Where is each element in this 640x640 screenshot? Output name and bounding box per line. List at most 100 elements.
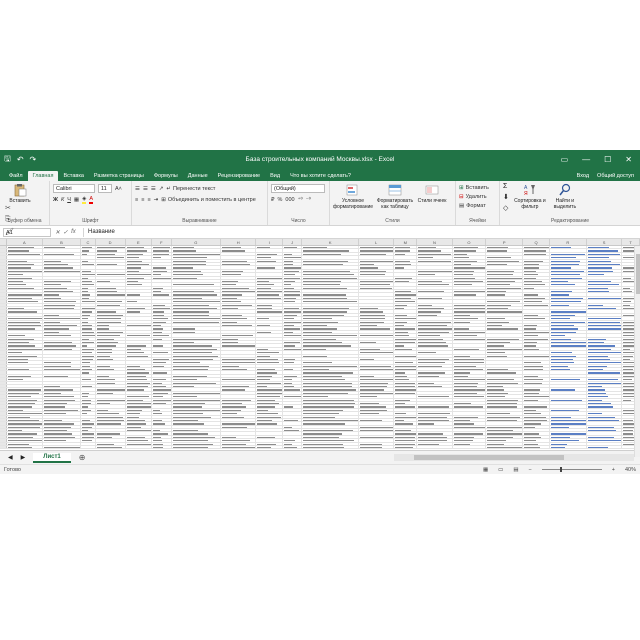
grid-cell[interactable]	[417, 344, 453, 347]
grid-cell[interactable]	[152, 418, 172, 422]
grid-cell[interactable]	[550, 442, 587, 445]
grid-cell[interactable]	[359, 422, 395, 425]
grid-cell[interactable]	[43, 266, 82, 269]
grid-cell[interactable]	[523, 351, 550, 354]
grid-cell[interactable]	[126, 313, 153, 317]
grid-cell[interactable]	[126, 364, 153, 367]
grid-cell[interactable]	[417, 435, 453, 439]
grid-cell[interactable]	[394, 327, 418, 330]
grid-cell[interactable]	[81, 388, 96, 391]
grid-cell[interactable]	[394, 408, 418, 412]
row-header[interactable]	[0, 327, 8, 330]
grid-cell[interactable]	[417, 432, 453, 435]
grid-cell[interactable]	[96, 446, 126, 449]
grid-cell[interactable]	[359, 442, 395, 445]
grid-cell[interactable]	[81, 364, 96, 367]
grid-cell[interactable]	[587, 269, 623, 272]
column-header[interactable]: T	[622, 239, 640, 245]
grid-cell[interactable]	[394, 435, 418, 439]
grid-cell[interactable]	[96, 303, 126, 306]
grid-cell[interactable]	[43, 347, 82, 350]
grid-cell[interactable]	[126, 249, 153, 252]
grid-cell[interactable]	[417, 313, 453, 317]
grid-cell[interactable]	[523, 378, 550, 381]
grid-cell[interactable]	[96, 354, 126, 357]
grid-cell[interactable]	[283, 432, 303, 435]
grid-cell[interactable]	[96, 266, 126, 269]
grid-cell[interactable]	[394, 246, 418, 249]
grid-cell[interactable]	[81, 276, 96, 279]
grid-cell[interactable]	[587, 283, 623, 286]
grid-cell[interactable]	[256, 425, 283, 428]
grid-cell[interactable]	[486, 307, 524, 310]
borders-icon[interactable]: ▦	[74, 197, 79, 203]
grid-cell[interactable]	[359, 401, 395, 405]
grid-cell[interactable]	[152, 391, 172, 395]
grid-cell[interactable]	[359, 256, 395, 259]
grid-cell[interactable]	[359, 408, 395, 412]
grid-cell[interactable]	[96, 317, 126, 320]
grid-cell[interactable]	[126, 368, 153, 371]
grid-cell[interactable]	[453, 323, 487, 327]
grid-cell[interactable]	[394, 310, 418, 313]
grid-cell[interactable]	[43, 340, 82, 344]
grid-cell[interactable]	[256, 446, 283, 449]
grid-cell[interactable]	[359, 269, 395, 272]
grid-cell[interactable]	[256, 340, 283, 344]
grid-cell[interactable]	[486, 293, 524, 296]
grid-cell[interactable]	[7, 425, 43, 428]
grid-cell[interactable]	[587, 327, 623, 330]
grid-cell[interactable]	[172, 357, 222, 361]
grid-cell[interactable]	[453, 317, 487, 320]
column-header[interactable]: R	[550, 239, 587, 245]
grid-cell[interactable]	[126, 246, 153, 249]
sort-filter-button[interactable]: AЯ Сортировка и фильтр	[512, 183, 548, 210]
grid-cell[interactable]	[486, 418, 524, 422]
grid-cell[interactable]	[486, 337, 524, 340]
grid-cell[interactable]	[417, 418, 453, 422]
row-header[interactable]	[0, 432, 8, 435]
grid-cell[interactable]	[359, 290, 395, 293]
grid-cell[interactable]	[43, 354, 82, 357]
grid-cell[interactable]	[302, 290, 359, 293]
orientation-icon[interactable]: ↗	[159, 186, 164, 192]
grid-cell[interactable]	[283, 317, 303, 320]
grid-cell[interactable]	[417, 323, 453, 327]
grid-cell[interactable]	[152, 259, 172, 262]
row-header[interactable]	[0, 249, 8, 252]
grid-cell[interactable]	[486, 320, 524, 323]
grid-cell[interactable]	[96, 259, 126, 262]
grid-cell[interactable]	[96, 344, 126, 347]
grid-cell[interactable]	[523, 340, 550, 344]
row-header[interactable]	[0, 351, 8, 354]
grid-cell[interactable]	[550, 418, 587, 422]
grid-cell[interactable]	[486, 269, 524, 272]
grid-cell[interactable]	[43, 337, 82, 340]
grid-cell[interactable]	[523, 344, 550, 347]
grid-cell[interactable]	[256, 330, 283, 334]
grid-cell[interactable]	[152, 432, 172, 435]
grid-cell[interactable]	[43, 286, 82, 289]
grid-cell[interactable]	[221, 401, 257, 405]
grid-cell[interactable]	[152, 446, 172, 449]
row-header[interactable]	[0, 337, 8, 340]
grid-cell[interactable]	[453, 361, 487, 364]
grid-cell[interactable]	[302, 412, 359, 415]
grid-cell[interactable]	[96, 435, 126, 439]
grid-cell[interactable]	[81, 337, 96, 340]
grid-cell[interactable]	[96, 398, 126, 401]
grid-cell[interactable]	[486, 256, 524, 259]
grid-cell[interactable]	[359, 398, 395, 401]
row-header[interactable]	[0, 259, 8, 262]
grid-cell[interactable]	[221, 374, 257, 378]
grid-cell[interactable]	[453, 347, 487, 350]
grid-cell[interactable]	[359, 296, 395, 300]
align-bottom-icon[interactable]: ☰	[151, 186, 156, 192]
grid-cell[interactable]	[523, 405, 550, 408]
grid-cell[interactable]	[523, 310, 550, 313]
grid-cell[interactable]	[359, 334, 395, 337]
grid-cell[interactable]	[453, 344, 487, 347]
grid-cell[interactable]	[523, 371, 550, 374]
grid-cell[interactable]	[221, 303, 257, 306]
grid-cell[interactable]	[81, 381, 96, 384]
